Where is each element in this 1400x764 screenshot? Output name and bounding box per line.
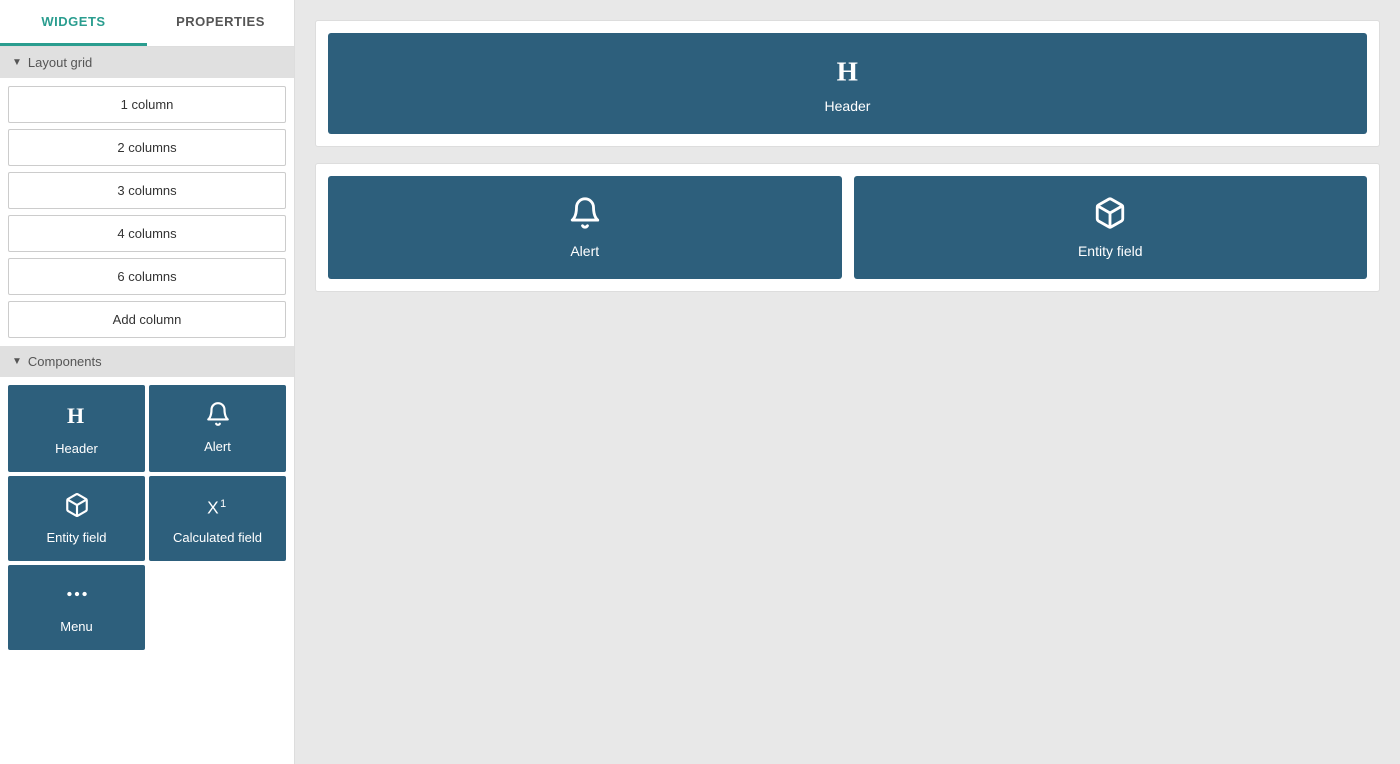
btn-6-columns[interactable]: 6 columns: [8, 258, 286, 295]
header-icon: H: [63, 401, 91, 433]
canvas-row-1-inner: H Header: [328, 33, 1367, 134]
canvas-entity-field-label: Entity field: [1078, 243, 1143, 259]
layout-grid-arrow-icon: ▼: [12, 57, 22, 68]
canvas-header-widget[interactable]: H Header: [328, 33, 1367, 134]
calc-icon: X 1: [205, 492, 231, 522]
component-btn-calculated-field[interactable]: X 1 Calculated field: [149, 476, 286, 561]
component-label-calculated-field: Calculated field: [173, 530, 262, 545]
component-btn-header[interactable]: H Header: [8, 385, 145, 472]
btn-4-columns[interactable]: 4 columns: [8, 215, 286, 252]
components-grid: H Header Alert: [0, 377, 294, 658]
btn-1-column[interactable]: 1 column: [8, 86, 286, 123]
layout-grid-section-header[interactable]: ▼ Layout grid: [0, 47, 294, 78]
sidebar: WIDGETS PROPERTIES ▼ Layout grid 1 colum…: [0, 0, 295, 764]
components-section-header[interactable]: ▼ Components: [0, 346, 294, 377]
canvas-alert-label: Alert: [570, 243, 599, 259]
component-label-entity-field: Entity field: [47, 530, 107, 545]
canvas-entity-field-widget[interactable]: Entity field: [854, 176, 1368, 279]
btn-3-columns[interactable]: 3 columns: [8, 172, 286, 209]
canvas-row-2-inner: Alert Entity field: [328, 176, 1367, 279]
svg-text:1: 1: [220, 498, 226, 510]
svg-text:H: H: [67, 403, 84, 428]
box-icon: [64, 492, 90, 522]
components-label: Components: [28, 354, 102, 369]
component-btn-alert[interactable]: Alert: [149, 385, 286, 472]
canvas-box-icon: [1093, 196, 1127, 237]
svg-text:X: X: [207, 498, 219, 518]
bell-icon: [205, 401, 231, 431]
layout-grid-buttons: 1 column 2 columns 3 columns 4 columns 6…: [0, 78, 294, 346]
canvas-alert-widget[interactable]: Alert: [328, 176, 842, 279]
component-label-header: Header: [55, 441, 98, 456]
layout-grid-label: Layout grid: [28, 55, 92, 70]
btn-add-column[interactable]: Add column: [8, 301, 286, 338]
component-label-alert: Alert: [204, 439, 231, 454]
component-btn-entity-field[interactable]: Entity field: [8, 476, 145, 561]
component-label-menu: Menu: [60, 619, 93, 634]
menu-dots-icon: [64, 581, 90, 611]
canvas-bell-icon: [568, 196, 602, 237]
svg-text:H: H: [836, 56, 857, 85]
canvas-header-label: Header: [825, 98, 871, 114]
sidebar-tabs: WIDGETS PROPERTIES: [0, 0, 294, 47]
components-arrow-icon: ▼: [12, 356, 22, 367]
canvas-row-1: H Header: [315, 20, 1380, 147]
component-btn-menu[interactable]: Menu: [8, 565, 145, 650]
tab-widgets[interactable]: WIDGETS: [0, 0, 147, 46]
canvas-row-2: Alert Entity field: [315, 163, 1380, 292]
tab-properties[interactable]: PROPERTIES: [147, 0, 294, 46]
canvas-header-icon: H: [832, 53, 864, 92]
main-canvas: H Header Alert: [295, 0, 1400, 764]
sidebar-content: ▼ Layout grid 1 column 2 columns 3 colum…: [0, 47, 294, 764]
btn-2-columns[interactable]: 2 columns: [8, 129, 286, 166]
